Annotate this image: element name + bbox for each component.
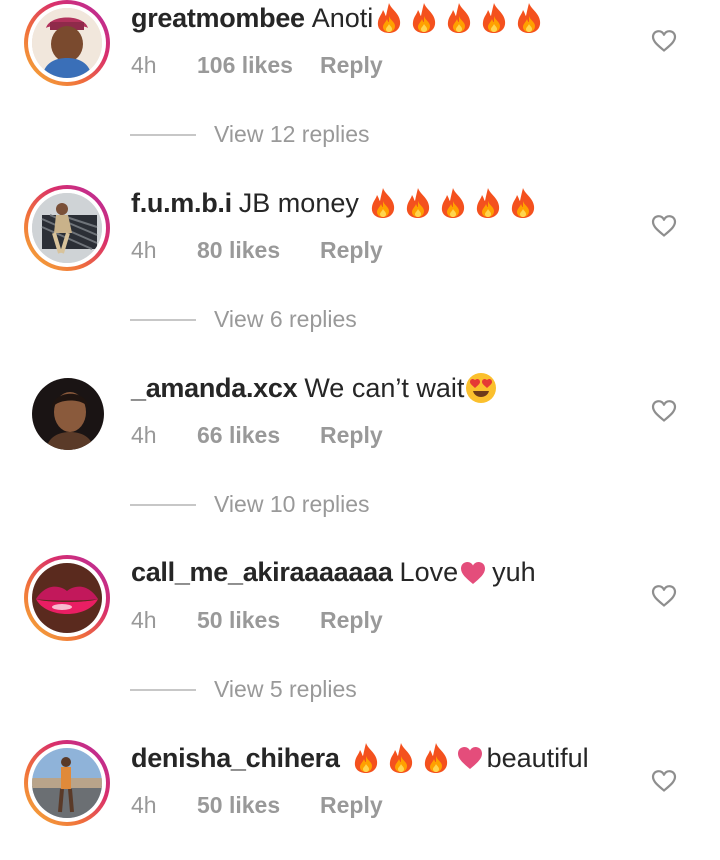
fire-emoji: [474, 187, 502, 219]
avatar-frame[interactable]: [24, 370, 110, 456]
comment-item: f.u.m.b.i JB money 4h 80 likes Reply: [0, 185, 720, 305]
view-replies-label[interactable]: View 10 replies: [214, 491, 370, 518]
divider: [130, 133, 196, 136]
avatar[interactable]: [32, 8, 102, 78]
heart-outline-icon[interactable]: [651, 29, 677, 53]
timestamp: 4h: [131, 792, 157, 818]
timestamp: 4h: [131, 607, 157, 633]
view-replies[interactable]: View 10 replies: [130, 491, 370, 518]
username[interactable]: call_me_akiraaaaaaa: [131, 557, 393, 588]
emoji-group: [375, 2, 550, 34]
comment-text: beautiful: [486, 742, 589, 773]
username[interactable]: f.u.m.b.i: [131, 188, 232, 219]
comment-item: denisha_chihera beautiful 4h 50 likes Re…: [0, 740, 720, 860]
reply-button[interactable]: Reply: [320, 792, 383, 819]
likes-count[interactable]: 50 likes: [197, 792, 320, 819]
reply-button[interactable]: Reply: [320, 52, 383, 79]
avatar[interactable]: [32, 378, 104, 450]
comment-item: _amanda.xcx We can’t wait 4h 66 likes Re…: [0, 370, 720, 490]
heart-outline-icon[interactable]: [651, 399, 677, 423]
fire-emoji: [480, 2, 508, 34]
avatar[interactable]: [32, 748, 102, 818]
story-ring[interactable]: [24, 740, 110, 826]
reply-button[interactable]: Reply: [320, 237, 383, 264]
view-replies-label[interactable]: View 12 replies: [214, 121, 370, 148]
heart-outline-icon[interactable]: [651, 214, 677, 238]
divider: [130, 503, 196, 506]
likes-count[interactable]: 80 likes: [197, 237, 320, 264]
view-replies-label[interactable]: View 6 replies: [214, 306, 357, 333]
timestamp: 4h: [131, 422, 157, 448]
avatar[interactable]: [32, 193, 102, 263]
comment-text: Anoti: [311, 2, 374, 33]
fire-emoji: [422, 742, 450, 774]
heart-eyes-emoji: [466, 373, 497, 403]
timestamp: 4h: [131, 52, 157, 78]
heart-outline-icon[interactable]: [651, 769, 677, 793]
red-heart-emoji: [457, 746, 483, 770]
fire-emoji: [410, 2, 438, 34]
username[interactable]: greatmombee: [131, 3, 305, 34]
view-replies[interactable]: View 6 replies: [130, 306, 357, 333]
fire-emoji: [515, 2, 543, 34]
fire-emoji: [509, 187, 537, 219]
heart-outline-icon[interactable]: [651, 584, 677, 608]
story-ring[interactable]: [24, 0, 110, 86]
comment-text: Love: [399, 557, 459, 587]
username[interactable]: denisha_chihera: [131, 743, 340, 774]
view-replies-label[interactable]: View 5 replies: [214, 676, 357, 703]
fire-emoji: [439, 187, 467, 219]
comment-text: We can’t wait: [304, 372, 465, 403]
fire-emoji: [445, 2, 473, 34]
likes-count[interactable]: 106 likes: [197, 52, 320, 79]
view-replies[interactable]: View 5 replies: [130, 676, 357, 703]
red-heart-emoji: [460, 561, 486, 585]
reply-button[interactable]: Reply: [320, 607, 383, 634]
view-replies[interactable]: View 12 replies: [130, 121, 370, 148]
fire-emoji: [352, 742, 380, 774]
divider: [130, 688, 196, 691]
comment-item: greatmombee Anoti 4h 106 likes Reply: [0, 0, 720, 120]
username[interactable]: _amanda.xcx: [131, 373, 298, 404]
fire-emoji: [369, 187, 397, 219]
story-ring[interactable]: [24, 555, 110, 641]
emoji-group: [369, 187, 544, 219]
divider: [130, 318, 196, 321]
timestamp: 4h: [131, 237, 157, 263]
story-ring[interactable]: [24, 185, 110, 271]
likes-count[interactable]: 66 likes: [197, 422, 320, 449]
fire-emoji: [404, 187, 432, 219]
emoji-group: [352, 742, 483, 774]
comment-text-after: yuh: [492, 557, 536, 587]
fire-emoji: [387, 742, 415, 774]
comment-item: call_me_akiraaaaaaa Love yuh 4h 50 likes…: [0, 555, 720, 675]
likes-count[interactable]: 50 likes: [197, 607, 320, 634]
fire-emoji: [375, 2, 403, 34]
comment-text: JB money: [238, 187, 359, 218]
avatar[interactable]: [32, 563, 102, 633]
reply-button[interactable]: Reply: [320, 422, 383, 449]
